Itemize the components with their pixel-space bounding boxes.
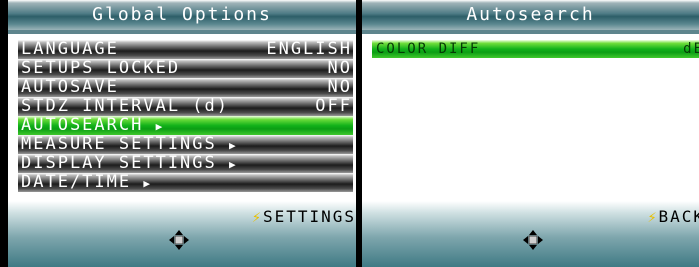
options-menu: LANGUAGE ENGLISH SETUPS LOCKED NO AUTOSA… [18,40,353,192]
softkey-label: BACK [658,207,699,226]
softkey-bar: ⚡SETTINGS [8,201,356,267]
menu-item-language[interactable]: LANGUAGE ENGLISH [18,40,353,59]
menu-item-setups-locked[interactable]: SETUPS LOCKED NO [18,59,353,78]
right-arrow-icon: ▶ [143,177,152,190]
menu-item-date-time[interactable]: DATE/TIME ▶ [18,173,353,192]
lightning-bolt-icon: ⚡ [251,208,263,226]
menu-item-label: SETUPS LOCKED [21,59,181,78]
menu-item-label: LANGUAGE [21,40,119,59]
menu-item-autosearch[interactable]: AUTOSEARCH ▶ [18,116,353,135]
autosearch-screen: Autosearch COLOR DIFF dE ⚡BACK [362,0,699,267]
menu-item-display-settings[interactable]: DISPLAY SETTINGS ▶ [18,154,353,173]
screen-title: Autosearch [362,0,699,30]
menu-item-label: STDZ INTERVAL (d) [21,97,229,116]
right-arrow-icon: ▶ [229,158,238,171]
menu-item-autosave[interactable]: AUTOSAVE NO [18,78,353,97]
menu-item-value: dE [683,41,699,57]
menu-item-label: DATE/TIME ▶ [21,173,152,192]
menu-item-label: COLOR DIFF [376,41,481,57]
menu-item-label: AUTOSAVE [21,78,119,97]
lightning-bolt-icon: ⚡ [647,208,659,226]
dpad-icon[interactable] [169,230,189,250]
menu-item-value: ENGLISH [266,40,352,59]
title-divider [362,30,699,34]
softkey-bar: ⚡BACK [362,201,699,267]
menu-item-value: OFF [315,97,352,116]
menu-item-label: MEASURE SETTINGS ▶ [21,135,238,154]
menu-item-measure-settings[interactable]: MEASURE SETTINGS ▶ [18,135,353,154]
settings-softkey[interactable]: ⚡SETTINGS [252,207,356,226]
menu-item-stdz-interval[interactable]: STDZ INTERVAL (d) OFF [18,97,353,116]
right-arrow-icon: ▶ [155,120,165,133]
dpad-icon[interactable] [523,230,543,250]
right-arrow-icon: ▶ [229,139,238,152]
global-options-screen: Global Options LANGUAGE ENGLISH SETUPS L… [8,0,356,267]
back-softkey[interactable]: ⚡BACK [647,207,699,226]
menu-item-label: DISPLAY SETTINGS ▶ [21,154,238,173]
title-divider [8,30,356,34]
menu-item-label: AUTOSEARCH ▶ [21,116,165,135]
screen-title: Global Options [8,0,356,30]
softkey-label: SETTINGS [262,207,356,226]
menu-item-value: NO [327,59,352,78]
menu-item-value: NO [327,78,352,97]
menu-item-color-diff[interactable]: COLOR DIFF dE [372,40,699,58]
